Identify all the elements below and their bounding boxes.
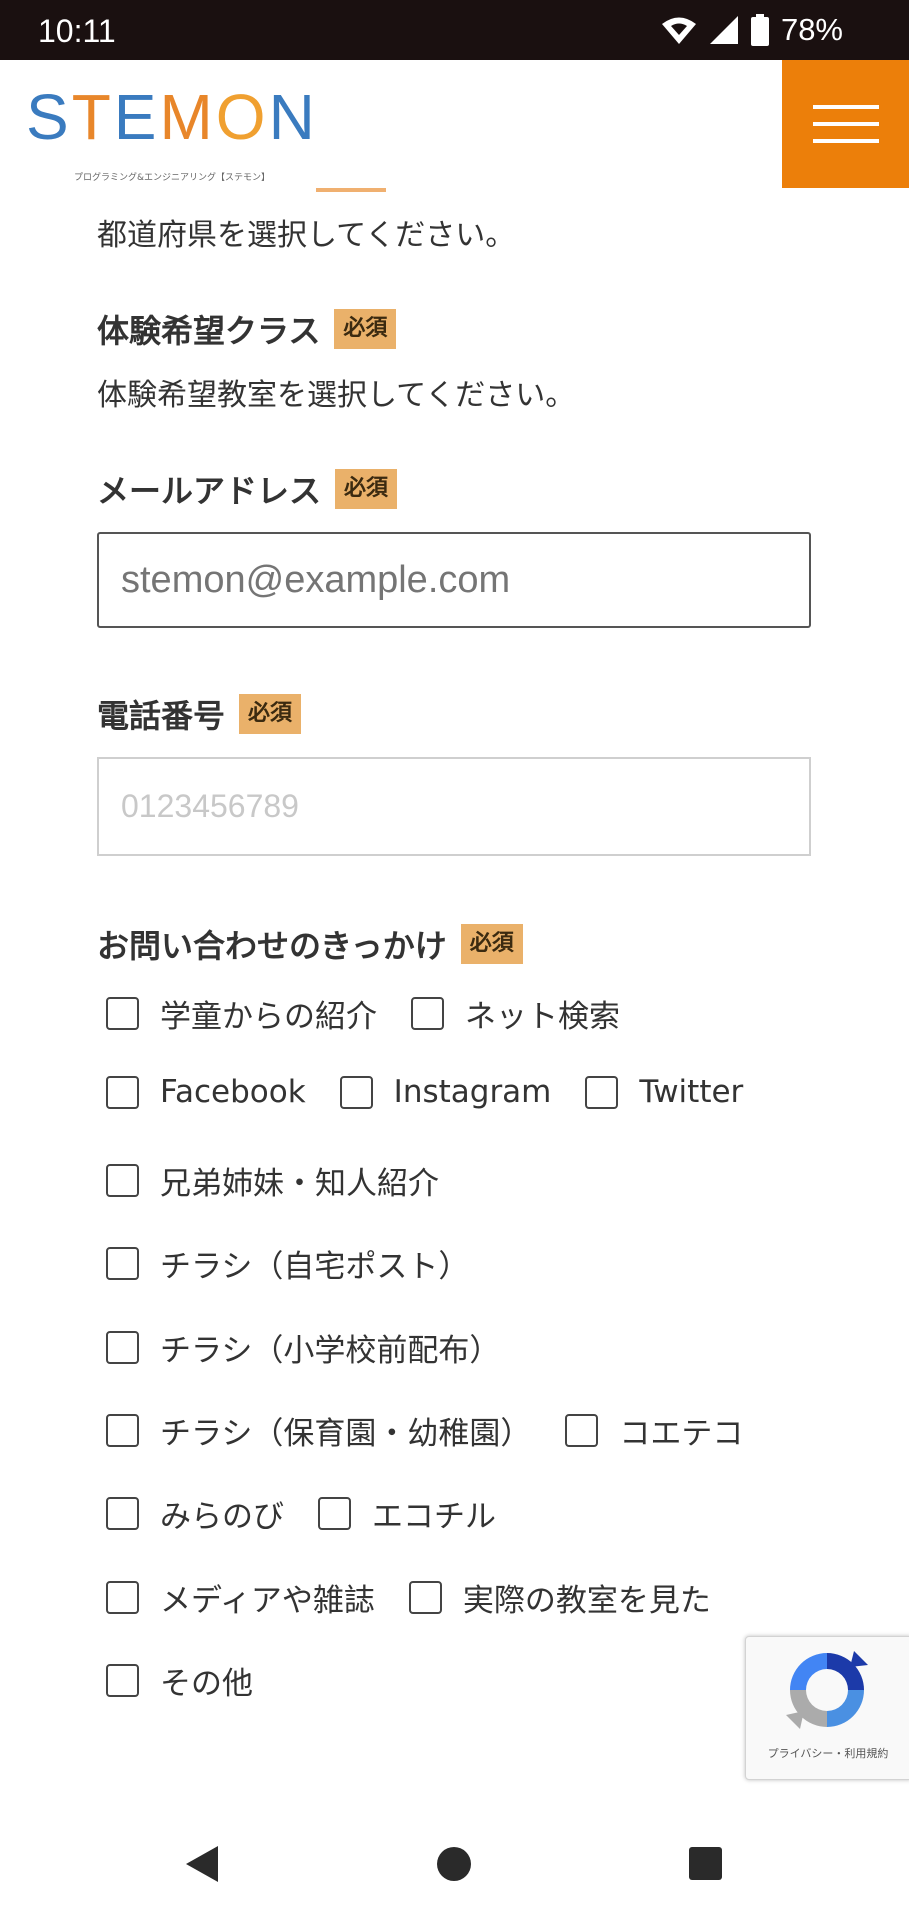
checkbox-row: 兄弟姉妹・知人紹介 [106,1158,473,1203]
checkbox-box[interactable] [106,1164,139,1197]
checkbox-media[interactable]: メディアや雑誌 [106,1575,375,1620]
checkbox-box[interactable] [565,1414,599,1447]
required-badge: 必須 [334,309,397,349]
checkbox-flyer-nursery[interactable]: チラシ（保育園・幼稚園） [106,1408,531,1453]
checkbox-sibling-referral[interactable]: 兄弟姉妹・知人紹介 [106,1158,439,1203]
site-header: STEMON プログラミング&エンジニアリング【ステモン】 [0,60,909,188]
stemon-logo[interactable]: STEMON プログラミング&エンジニアリング【ステモン】 [26,80,326,190]
phone-label-text: 電話番号 [97,697,226,735]
checkbox-row: チラシ（自宅ポスト） [106,1241,503,1286]
checkbox-koeteko[interactable]: コエテコ [565,1408,743,1453]
checkbox-miranobi[interactable]: みらのび [106,1491,284,1536]
menu-bar-icon [812,139,879,143]
logo-wordmark: STEMON [26,81,318,153]
checkbox-box[interactable] [106,1664,139,1697]
checkbox-flyer-school[interactable]: チラシ（小学校前配布） [106,1325,500,1370]
checkbox-row: チラシ（保育園・幼稚園） コエテコ [106,1408,777,1453]
checkbox-row: みらのび エコチル [106,1491,530,1536]
status-bar: 10:11 78% [0,0,909,60]
menu-bar-icon [812,105,879,109]
prefecture-help-text: 都道府県を選択してください。 [97,218,516,253]
required-badge: 必須 [335,469,398,509]
email-placeholder: stemon@example.com [121,558,511,601]
trigger-label-text: お問い合わせのきっかけ [97,927,447,965]
recaptcha-terms-link[interactable]: プライバシー・利用規約 [746,1745,909,1761]
email-label-text: メールアドレス [97,472,322,510]
checkbox-box[interactable] [411,997,444,1030]
battery-percent: 78% [780,12,843,47]
recaptcha-badge[interactable]: プライバシー・利用規約 [745,1636,909,1780]
checkbox-web-search[interactable]: ネット検索 [411,991,620,1036]
checkbox-box[interactable] [106,997,139,1030]
required-badge: 必須 [239,694,302,734]
trigger-field-label: お問い合わせのきっかけ 必須 [97,921,523,967]
email-input[interactable]: stemon@example.com [97,532,811,628]
required-badge: 必須 [460,924,523,964]
checkbox-flyer-home[interactable]: チラシ（自宅ポスト） [106,1241,469,1286]
checkbox-box[interactable] [106,1247,139,1280]
logo-tagline: プログラミング&エンジニアリング【ステモン】 [74,173,271,183]
checkbox-row: その他 [106,1658,287,1703]
hamburger-menu-button[interactable] [782,60,909,188]
phone-input[interactable]: 0123456789 [97,757,811,856]
class-label-text: 体験希望クラス [97,312,321,350]
signal-icon [709,16,738,44]
battery-icon [750,14,769,46]
checkbox-box[interactable] [339,1075,373,1109]
recaptcha-icon [786,1651,868,1729]
checkbox-twitter[interactable]: Twitter [585,1074,743,1110]
checkbox-box[interactable] [318,1497,351,1530]
home-icon[interactable] [437,1847,471,1881]
checkbox-box[interactable] [106,1331,139,1364]
checkbox-ecochil[interactable]: エコチル [318,1491,496,1536]
checkbox-box[interactable] [106,1075,139,1109]
wifi-icon [661,17,696,44]
checkbox-box[interactable] [106,1414,139,1447]
checkbox-row: チラシ（小学校前配布） [106,1325,534,1370]
checkbox-facebook[interactable]: Facebook [106,1074,306,1110]
class-field-label: 体験希望クラス 必須 [97,306,397,352]
checkbox-box[interactable] [585,1075,619,1109]
checkbox-row: 学童からの紹介 ネット検索 [106,991,654,1036]
back-icon[interactable] [184,1844,220,1884]
android-nav-bar [0,1808,909,1920]
checkbox-gakudo-referral[interactable]: 学童からの紹介 [106,991,377,1036]
menu-bar-icon [812,122,879,126]
class-help-text: 体験希望教室を選択してください。 [97,378,576,413]
checkbox-other[interactable]: その他 [106,1658,253,1703]
checkbox-row: メディアや雑誌 実際の教室を見た [106,1575,745,1620]
email-field-label: メールアドレス 必須 [97,466,398,512]
phone-placeholder: 0123456789 [121,788,299,824]
phone-field-label: 電話番号 必須 [97,691,302,737]
checkbox-row: Facebook Instagram Twitter [106,1074,777,1110]
recents-icon[interactable] [689,1847,722,1880]
section-accent-line [316,188,386,192]
checkbox-saw-classroom[interactable]: 実際の教室を見た [408,1575,711,1620]
checkbox-box[interactable] [408,1581,442,1614]
status-time: 10:11 [38,13,116,49]
checkbox-instagram[interactable]: Instagram [339,1074,551,1110]
checkbox-box[interactable] [106,1581,139,1614]
checkbox-box[interactable] [106,1497,139,1530]
